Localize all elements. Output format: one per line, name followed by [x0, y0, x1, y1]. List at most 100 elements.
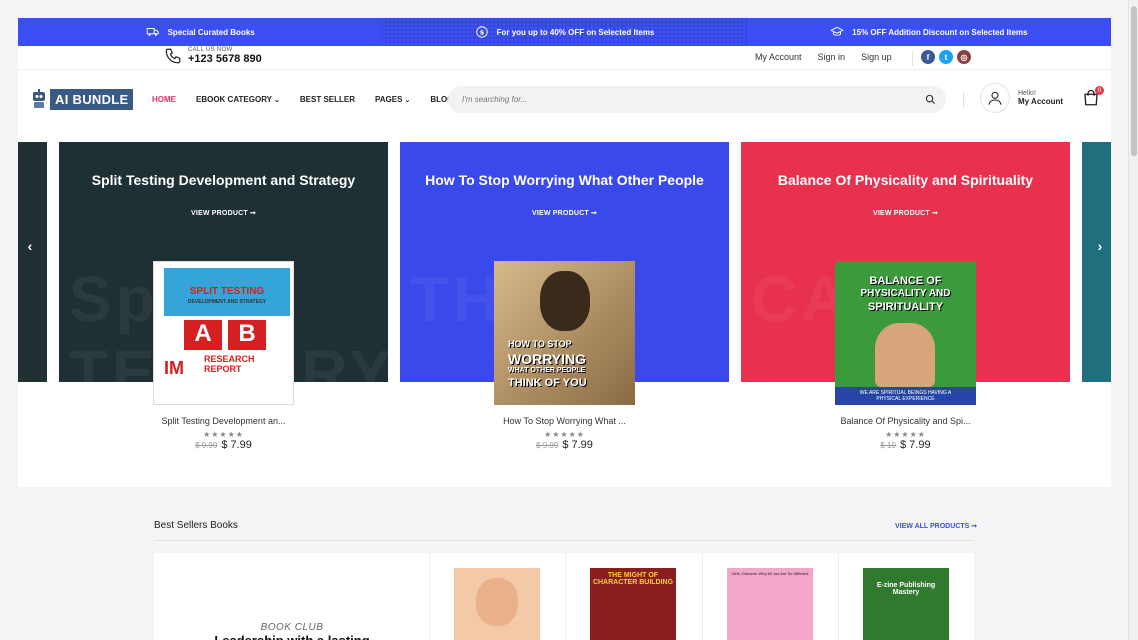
cover-text: IM	[164, 358, 184, 378]
book-tile[interactable]: THE MIGHT OF CHARACTER BUILDING	[565, 553, 702, 640]
book-cover[interactable]: E-zine Publishing Mastery	[863, 568, 949, 640]
view-all-products-link[interactable]: VIEW ALL PRODUCTS ➞	[895, 522, 977, 530]
truck-icon	[146, 28, 159, 36]
menu-pages[interactable]: PAGES ⌄	[375, 95, 410, 104]
sign-up-link[interactable]: Sign up	[861, 52, 892, 62]
chevron-down-icon: ⌄	[404, 97, 411, 104]
cover-text: PHYSICALITY AND	[860, 288, 951, 299]
sign-in-link[interactable]: Sign in	[818, 52, 846, 62]
facebook-icon[interactable]: f	[921, 50, 935, 64]
cover-text: HOW TO STOP	[508, 339, 572, 349]
book-cover[interactable]: Girls, Discover Why All Jus Are So Diffe…	[727, 568, 813, 640]
cover-text: RESEARCH REPORT	[204, 354, 255, 374]
old-price: $ 10	[880, 441, 896, 450]
carousel-prev-peek	[18, 142, 47, 382]
current-price: $ 7.99	[899, 439, 931, 451]
old-price: $ 9.99	[195, 441, 218, 450]
product-name[interactable]: How To Stop Worrying What ...	[400, 416, 729, 426]
page-scrollbar[interactable]	[1128, 0, 1138, 640]
chevron-down-icon: ⌄	[274, 97, 280, 104]
graduation-cap-icon	[830, 26, 845, 36]
twitter-icon[interactable]: t	[939, 50, 953, 64]
menu-home[interactable]: HOME	[152, 95, 176, 104]
carousel-slide[interactable]: CALL Balance Of Physicality and Spiritua…	[741, 142, 1070, 451]
book-tile[interactable]: E-zine Publishing Mastery	[838, 553, 975, 640]
product-carousel: ‹ Split TESTORY Split Testing Developmen…	[18, 142, 1111, 482]
logo-text: AI BUNDLE	[50, 88, 134, 110]
primary-menu: HOME EBOOK CATEGORY ⌄ BEST SELLER PAGES ⌄ …	[152, 95, 453, 104]
book-tile[interactable]	[429, 553, 566, 640]
cover-text: SPLIT TESTING	[189, 286, 265, 297]
rating-stars: ★★★★★	[544, 430, 585, 439]
promo-additional: 15% OFF Addition Discount on Selected It…	[747, 18, 1111, 46]
book-cover[interactable]: HOW TO STOP WORRYING WHAT OTHER PEOPLE T…	[494, 261, 635, 405]
old-price: $ 9.99	[536, 441, 559, 450]
search-bar	[448, 86, 946, 113]
promo-discount-text: For you up to 40% OFF on Selected Items	[496, 27, 655, 37]
book-club-title: Leadership with a lasting	[154, 633, 430, 640]
product-price: $ 9.99 $ 7.99	[400, 439, 729, 451]
section-divider	[154, 540, 974, 541]
promo-bar: Special Curated Books $ For you up to 40…	[18, 18, 1111, 46]
book-cover[interactable]: THE MIGHT OF CHARACTER BUILDING	[590, 568, 676, 640]
scrollbar-thumb[interactable]	[1131, 6, 1137, 156]
cover-text: DEVELOPMENT AND STRATEGY	[187, 299, 267, 305]
cover-text: B	[228, 320, 266, 350]
site-logo[interactable]: AI BUNDLE	[30, 88, 134, 110]
carousel-next-arrow[interactable]: ›	[1092, 238, 1108, 254]
cover-text: WHAT OTHER PEOPLE	[508, 367, 586, 374]
search-input[interactable]	[462, 92, 902, 107]
rating-stars: ★★★★★	[885, 430, 926, 439]
cover-text: WE ARE SPIRITUAL BEINGS HAVING A PHYSICA…	[835, 387, 976, 405]
product-name[interactable]: Split Testing Development an...	[59, 416, 388, 426]
promo-curated: Special Curated Books	[18, 18, 382, 46]
menu-pages-label: PAGES	[375, 95, 403, 104]
robot-icon	[33, 89, 45, 108]
phone-block: CALL US NOW +123 5678 890	[164, 47, 262, 65]
cart-count-badge: 0	[1095, 86, 1104, 95]
promo-discount: $ For you up to 40% OFF on Selected Item…	[382, 18, 747, 46]
avatar	[980, 83, 1010, 113]
menu-ebook-category-label: EBOOK CATEGORY	[196, 95, 273, 104]
book-tile[interactable]: Girls, Discover Why All Jus Are So Diffe…	[702, 553, 839, 640]
view-product-link[interactable]: VIEW PRODUCT ➞	[400, 209, 729, 217]
dollar-icon: $	[475, 26, 488, 38]
book-cover[interactable]: SPLIT TESTING DEVELOPMENT AND STRATEGY A…	[153, 261, 294, 405]
menu-best-seller[interactable]: BEST SELLER	[300, 95, 355, 104]
site-header: CALL US NOW +123 5678 890 My Account Sig…	[18, 46, 1111, 487]
current-price: $ 7.99	[221, 439, 252, 451]
top-bar: CALL US NOW +123 5678 890 My Account Sig…	[18, 46, 1111, 70]
product-name[interactable]: Balance Of Physicality and Spi...	[741, 416, 1070, 426]
slide-title: Split Testing Development and Strategy	[91, 172, 356, 188]
phone-number[interactable]: +123 5678 890	[188, 53, 262, 65]
view-product-link[interactable]: VIEW PRODUCT ➞	[59, 209, 388, 217]
cover-text: E-zine Publishing Mastery	[876, 582, 936, 596]
cover-text: A	[184, 320, 222, 350]
my-account-link[interactable]: My Account	[755, 52, 802, 62]
main-nav: AI BUNDLE HOME EBOOK CATEGORY ⌄ BEST SELL…	[18, 70, 1111, 130]
phone-icon	[165, 48, 181, 64]
divider	[963, 92, 964, 108]
cover-text: THINK OF YOU	[508, 377, 587, 389]
slide-title: Balance Of Physicality and Spirituality	[777, 172, 1034, 188]
rating-stars: ★★★★★	[203, 430, 244, 439]
cart-button[interactable]: 0	[1082, 86, 1104, 107]
carousel-prev-arrow[interactable]: ‹	[22, 238, 38, 254]
menu-ebook-category[interactable]: EBOOK CATEGORY ⌄	[196, 95, 280, 104]
cover-text: Girls, Discover Why All Jus Are So Diffe…	[731, 571, 809, 576]
cover-text: WORRYING	[508, 351, 587, 367]
svg-text:$: $	[479, 28, 484, 36]
view-product-link[interactable]: VIEW PRODUCT ➞	[741, 209, 1070, 217]
carousel-slide[interactable]: THINK How To Stop Worrying What Other Pe…	[400, 142, 729, 451]
social-links: f t ◎	[912, 50, 971, 66]
book-cover[interactable]	[454, 568, 540, 640]
product-price: $ 9.99 $ 7.99	[59, 439, 388, 451]
product-price: $ 10 $ 7.99	[741, 439, 1070, 451]
carousel-slide[interactable]: Split TESTORY Split Testing Development …	[59, 142, 388, 451]
book-cover[interactable]: BALANCE OF PHYSICALITY AND SPIRITUALITY …	[835, 261, 976, 405]
promo-additional-text: 15% OFF Addition Discount on Selected It…	[852, 27, 1028, 37]
search-icon[interactable]	[925, 94, 936, 105]
user-account[interactable]: Hello! My Account	[980, 83, 1063, 113]
instagram-icon[interactable]: ◎	[957, 50, 971, 64]
slide-title: How To Stop Worrying What Other People	[425, 172, 704, 188]
